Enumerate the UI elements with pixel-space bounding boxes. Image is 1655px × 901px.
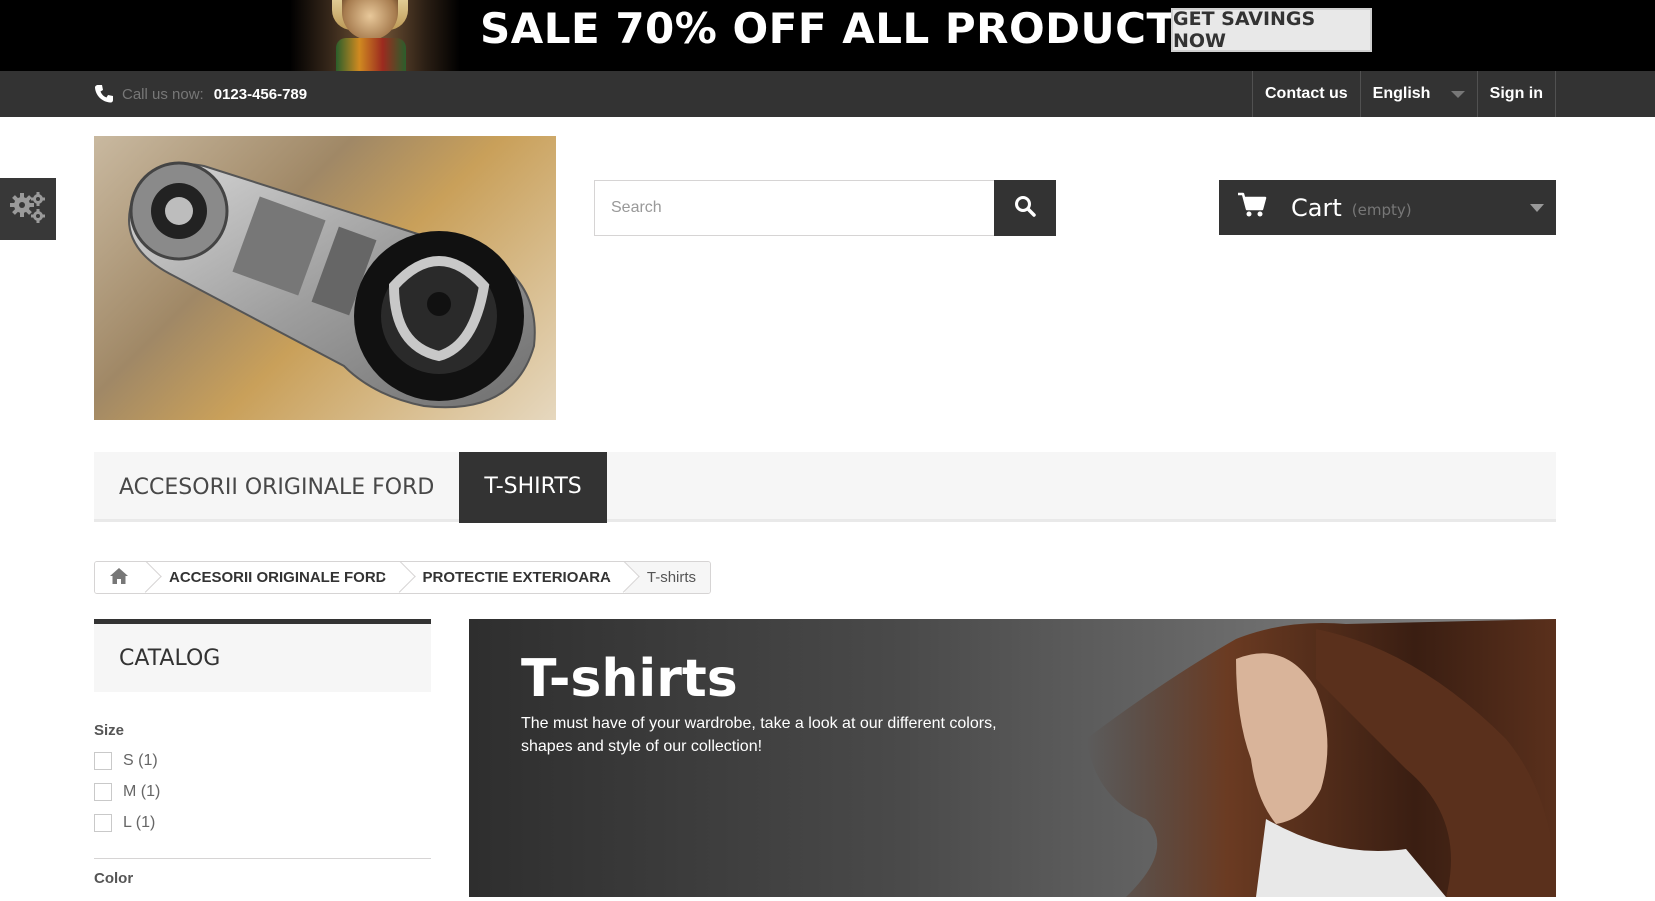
chevron-down-icon [1530,204,1544,212]
size-option-m[interactable]: M (1) [94,783,431,801]
breadcrumb-home[interactable] [95,562,147,593]
size-option-s[interactable]: S (1) [94,752,431,770]
promo-banner[interactable]: SALE 70% OFF ALL PRODUCTS GET SAVINGS NO… [0,0,1655,71]
breadcrumb-item[interactable]: ACCESORII ORIGINALE FORD [147,562,401,593]
size-option-l[interactable]: L (1) [94,814,431,832]
main-menu: ACCESORII ORIGINALE FORD T-SHIRTS [94,452,1556,523]
language-label: English [1372,85,1431,102]
catalog-heading: CATALOG [94,619,431,692]
divider [94,858,431,859]
cart-icon [1237,192,1267,223]
size-filter-title: Size [94,722,125,739]
size-label: L (1) [123,814,156,831]
cart-status: (empty) [1351,200,1412,219]
checkbox[interactable] [94,783,112,801]
search-icon [1014,195,1036,222]
promo-model-top [336,38,406,71]
color-filter-title: Color [94,870,134,887]
contact-us-link[interactable]: Contact us [1252,71,1360,117]
gear-icon [9,189,47,230]
phone-icon [94,84,114,104]
home-icon [109,567,129,589]
category-banner-image [1086,619,1556,897]
checkbox[interactable] [94,814,112,832]
menu-item-tshirts[interactable]: T-SHIRTS [459,452,607,523]
category-title: T-shirts [521,649,738,709]
size-label: M (1) [123,783,161,800]
get-savings-button[interactable]: GET SAVINGS NOW [1171,8,1372,52]
category-banner: T-shirts The must have of your wardrobe,… [469,619,1556,897]
phone-number: 0123-456-789 [213,85,308,103]
chevron-down-icon [1450,90,1465,98]
store-logo[interactable] [94,136,556,420]
search-input[interactable] [594,180,994,236]
sidebar: CATALOG Size S (1) M (1) L (1) Color [94,619,431,887]
header-links: Contact us English Sign in [1252,71,1556,117]
checkbox[interactable] [94,752,112,770]
top-nav-bar: Call us now: 0123-456-789 Contact us Eng… [0,71,1655,117]
size-label: S (1) [123,752,158,769]
call-us: Call us now: 0123-456-789 [94,71,307,117]
theme-config-button[interactable] [0,178,56,240]
breadcrumb-item[interactable]: PROTECTIE EXTERIOARA [400,562,625,593]
menu-item-accesorii[interactable]: ACCESORII ORIGINALE FORD [94,452,459,522]
cart-button[interactable]: Cart (empty) [1219,180,1556,235]
call-label: Call us now: [122,85,204,103]
breadcrumb: ACCESORII ORIGINALE FORD PROTECTIE EXTER… [94,561,712,594]
language-selector[interactable]: English [1359,71,1477,117]
category-description: The must have of your wardrobe, take a l… [521,715,997,755]
search-bar [594,180,1056,236]
promo-text: SALE 70% OFF ALL PRODUCTS [480,4,1207,53]
search-button[interactable] [994,180,1056,236]
cart-title: Cart [1291,193,1342,222]
sign-in-link[interactable]: Sign in [1476,71,1556,117]
